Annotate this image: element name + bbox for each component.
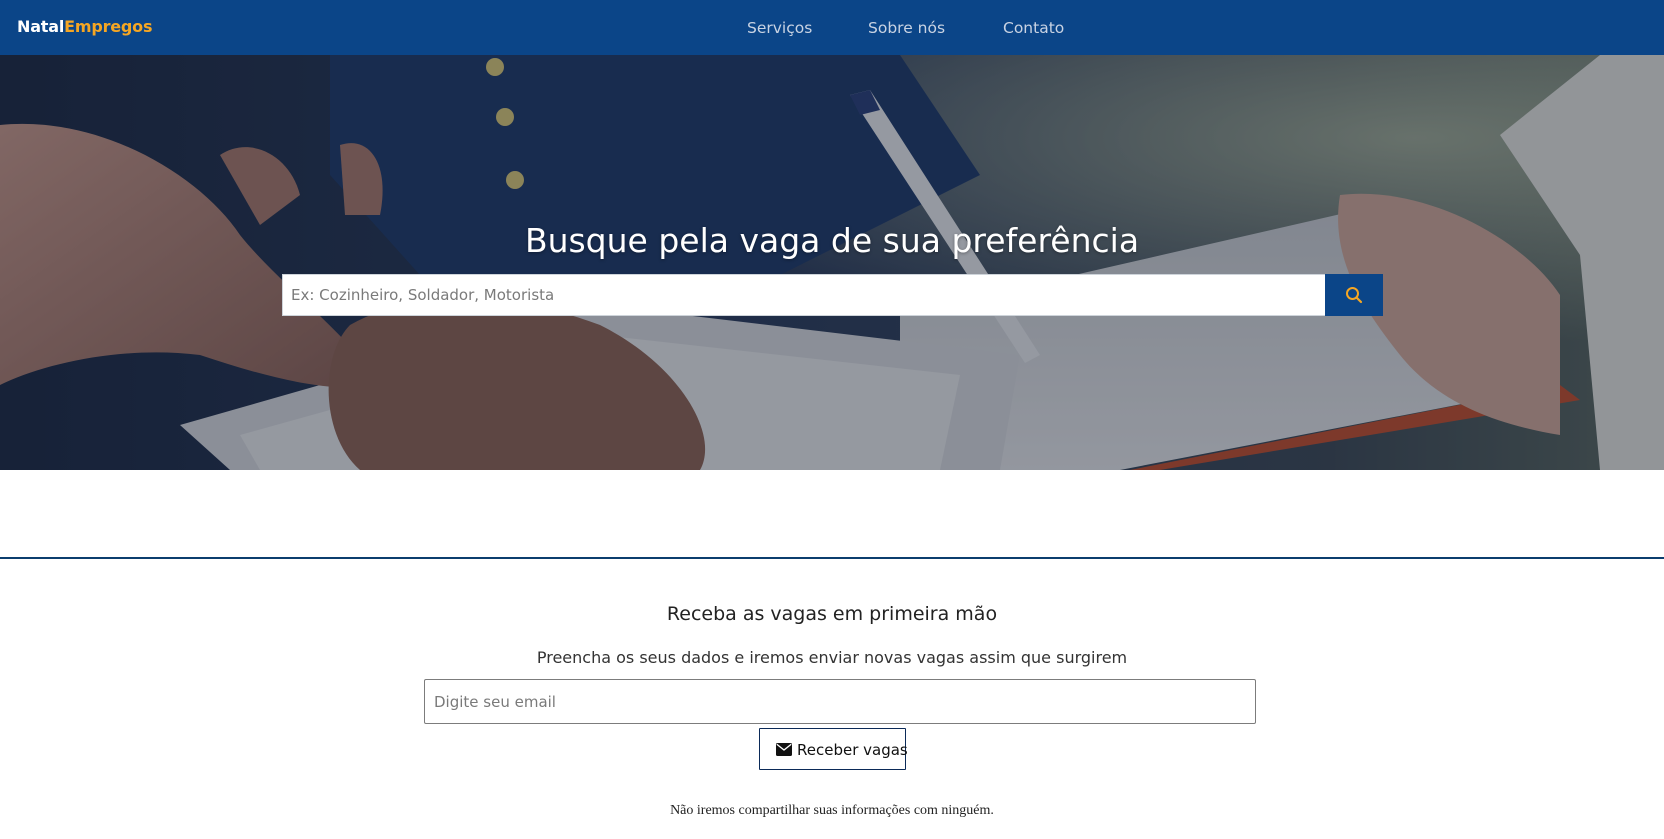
receive-jobs-label: Receber vagas [797, 741, 908, 759]
newsletter-title: Receba as vagas em primeira mão [666, 603, 998, 625]
privacy-note: Não iremos compartilhar suas informações… [670, 803, 994, 818]
nav-link-servicos[interactable]: Serviços [747, 18, 812, 38]
hero-overlay [0, 55, 1664, 470]
search-icon [1346, 287, 1363, 304]
envelope-icon [776, 743, 792, 756]
navbar: NatalEmpregos Serviços Sobre nós Contato [0, 0, 1664, 55]
job-search-bar [282, 274, 1383, 316]
nav-link-contato[interactable]: Contato [1003, 18, 1064, 38]
section-divider [0, 557, 1664, 559]
job-search-input[interactable] [282, 274, 1325, 316]
hero-title: Busque pela vaga de sua preferência [524, 221, 1140, 260]
email-field[interactable] [424, 679, 1256, 724]
search-button[interactable] [1325, 274, 1383, 316]
nav-link-sobre-nos[interactable]: Sobre nós [868, 18, 945, 38]
nav-links: Serviços Sobre nós Contato [0, 18, 1664, 38]
receive-jobs-button[interactable]: Receber vagas [759, 728, 908, 770]
newsletter-subtitle: Preencha os seus dados e iremos enviar n… [536, 648, 1128, 667]
hero-section: Busque pela vaga de sua preferência [0, 55, 1664, 470]
